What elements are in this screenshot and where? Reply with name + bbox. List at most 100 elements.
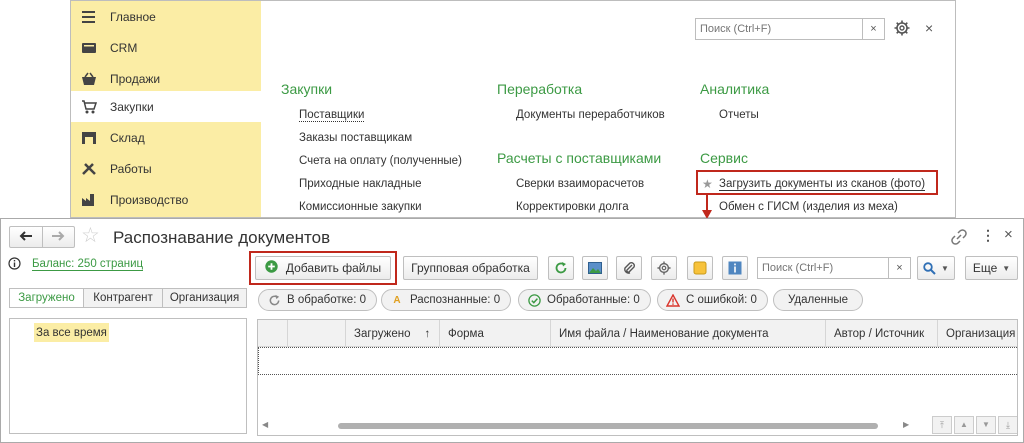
sidebar-item-warehouse[interactable]: Склад (71, 122, 261, 153)
doc-search-input[interactable] (758, 258, 886, 278)
section-title-processing: Переработка (497, 81, 583, 97)
menu-link-suppliers[interactable]: Поставщики (299, 109, 365, 122)
first-row-icon[interactable]: ⤒ (932, 416, 952, 434)
sidebar-item-crm[interactable]: CRM (71, 32, 261, 63)
close-icon[interactable]: × (1004, 226, 1013, 243)
highlight-frame-load-scans (696, 170, 938, 195)
section-title-analytics: Аналитика (700, 81, 770, 97)
image-button[interactable] (582, 256, 608, 280)
forward-arrow-icon[interactable] (43, 227, 75, 247)
tab-uploaded[interactable]: Загружено (10, 289, 84, 307)
sidebar-item-label: Закупки (110, 99, 154, 114)
sidebar-item-purchases[interactable]: Закупки (71, 91, 261, 122)
column-header-uploaded[interactable]: Загружено ↑ (346, 320, 440, 347)
status-chip-recognized[interactable]: A Распознанные: 0 (381, 289, 512, 311)
menu-link-gism-exchange[interactable]: Обмен с ГИСМ (изделия из меха) (719, 201, 898, 213)
column-label: Загружено (354, 327, 411, 340)
scroll-right-icon[interactable]: ▶ (903, 420, 909, 429)
refresh-button[interactable] (548, 256, 574, 280)
menu-link-commission[interactable]: Комиссионные закупки (299, 201, 422, 213)
next-row-icon[interactable]: ▼ (976, 416, 996, 434)
tab-organization[interactable]: Организация (163, 289, 246, 307)
gear-icon[interactable] (894, 20, 910, 39)
search-icon (923, 261, 936, 275)
column-header-form[interactable]: Форма (440, 320, 551, 347)
top-search-clear-button[interactable]: × (862, 19, 884, 39)
sort-asc-icon: ↑ (424, 327, 431, 340)
chip-label: Удаленные (788, 294, 848, 306)
menu-link-processor-docs[interactable]: Документы переработчиков (516, 109, 665, 121)
table-row[interactable] (258, 347, 1017, 375)
top-search-input[interactable] (696, 19, 860, 39)
chevron-down-icon: ▼ (1002, 263, 1011, 273)
status-chip-processing[interactable]: В обработке: 0 (258, 289, 377, 311)
scroll-left-icon[interactable]: ◀ (262, 420, 268, 429)
column-header-filename[interactable]: Имя файла / Наименование документа (551, 320, 826, 347)
sidebar: Главное CRM Продажи Закупки Склад Работы… (71, 1, 261, 217)
menu-link-supplier-orders[interactable]: Заказы поставщикам (299, 132, 412, 144)
recognized-icon: A (393, 294, 401, 306)
chip-label: В обработке: 0 (287, 294, 366, 306)
link-icon[interactable] (951, 229, 967, 248)
close-icon[interactable]: × (925, 20, 933, 36)
menu-link-receipts[interactable]: Приходные накладные (299, 178, 422, 190)
sidebar-item-label: Главное (110, 9, 156, 24)
menu-link-reports[interactable]: Отчеты (719, 109, 759, 121)
sidebar-item-main[interactable]: Главное (71, 1, 261, 32)
last-row-icon[interactable]: ⤓ (998, 416, 1017, 434)
menu-link-invoices-received[interactable]: Счета на оплату (полученные) (299, 155, 462, 167)
back-arrow-icon[interactable] (10, 227, 43, 247)
balance-link[interactable]: Баланс: 250 страниц (32, 258, 144, 271)
period-all-time[interactable]: За все время (34, 323, 109, 342)
horizontal-scrollbar[interactable]: ◀ ▶ (258, 418, 928, 434)
basket-icon (81, 72, 97, 86)
note-button[interactable] (687, 256, 713, 280)
sidebar-item-label: Работы (110, 161, 152, 176)
group-processing-button[interactable]: Групповая обработка (403, 256, 538, 280)
menu-link-reconciliation[interactable]: Сверки взаиморасчетов (516, 178, 644, 190)
warehouse-icon (81, 131, 97, 145)
sidebar-item-label: Производство (110, 192, 189, 207)
page-title: Распознавание документов (113, 228, 331, 247)
doc-recognition-window: ☆ Распознавание документов ⋮ × Баланс: 2… (0, 218, 1024, 443)
paperclip-icon (624, 262, 635, 274)
sidebar-item-label: Склад (110, 130, 145, 145)
factory-icon (81, 193, 97, 207)
settings-button[interactable] (651, 256, 677, 280)
doc-search-field[interactable]: × (757, 257, 911, 279)
status-chip-processed[interactable]: Обработанные: 0 (518, 289, 651, 311)
more-label: Еще (972, 261, 998, 275)
sidebar-item-sales[interactable]: Продажи (71, 63, 261, 94)
top-search-field[interactable]: × (695, 18, 885, 40)
status-chip-error[interactable]: С ошибкой: 0 (657, 289, 768, 311)
table-header: Загружено ↑ Форма Имя файла / Наименован… (258, 320, 1017, 347)
crm-icon (81, 41, 97, 55)
info-button[interactable] (722, 256, 748, 280)
sidebar-item-label: Продажи (110, 71, 161, 86)
row-nav-buttons: ⤒ ▲ ▼ ⤓ (932, 416, 1017, 434)
doc-search-clear-button[interactable]: × (888, 258, 910, 278)
column-header-type[interactable] (288, 320, 346, 347)
chip-label: С ошибкой: 0 (686, 294, 757, 306)
search-options-button[interactable]: ▼ (917, 256, 955, 280)
sidebar-item-works[interactable]: Работы (71, 153, 261, 184)
scrollbar-thumb[interactable] (338, 423, 878, 429)
section-title-purchases: Закупки (281, 81, 333, 97)
period-list: За все время (9, 318, 247, 434)
tools-icon (81, 162, 97, 176)
more-button[interactable]: Еще ▼ (965, 256, 1018, 280)
note-icon (693, 261, 707, 275)
sidebar-item-production[interactable]: Производство (71, 184, 261, 215)
more-vertical-icon[interactable]: ⋮ (981, 227, 995, 244)
attach-button[interactable] (616, 256, 642, 280)
menu-icon (81, 10, 97, 24)
favorite-star-icon[interactable]: ☆ (81, 223, 100, 248)
tab-counterparty[interactable]: Контрагент (84, 289, 163, 307)
column-header-check[interactable] (258, 320, 288, 347)
column-header-organization[interactable]: Организация (938, 320, 1017, 347)
prev-row-icon[interactable]: ▲ (954, 416, 974, 434)
column-header-author[interactable]: Автор / Источник (826, 320, 938, 347)
documents-table: Загружено ↑ Форма Имя файла / Наименован… (257, 319, 1018, 436)
status-chip-deleted[interactable]: Удаленные (773, 289, 863, 311)
menu-link-debt-adjustments[interactable]: Корректировки долга (516, 201, 629, 213)
